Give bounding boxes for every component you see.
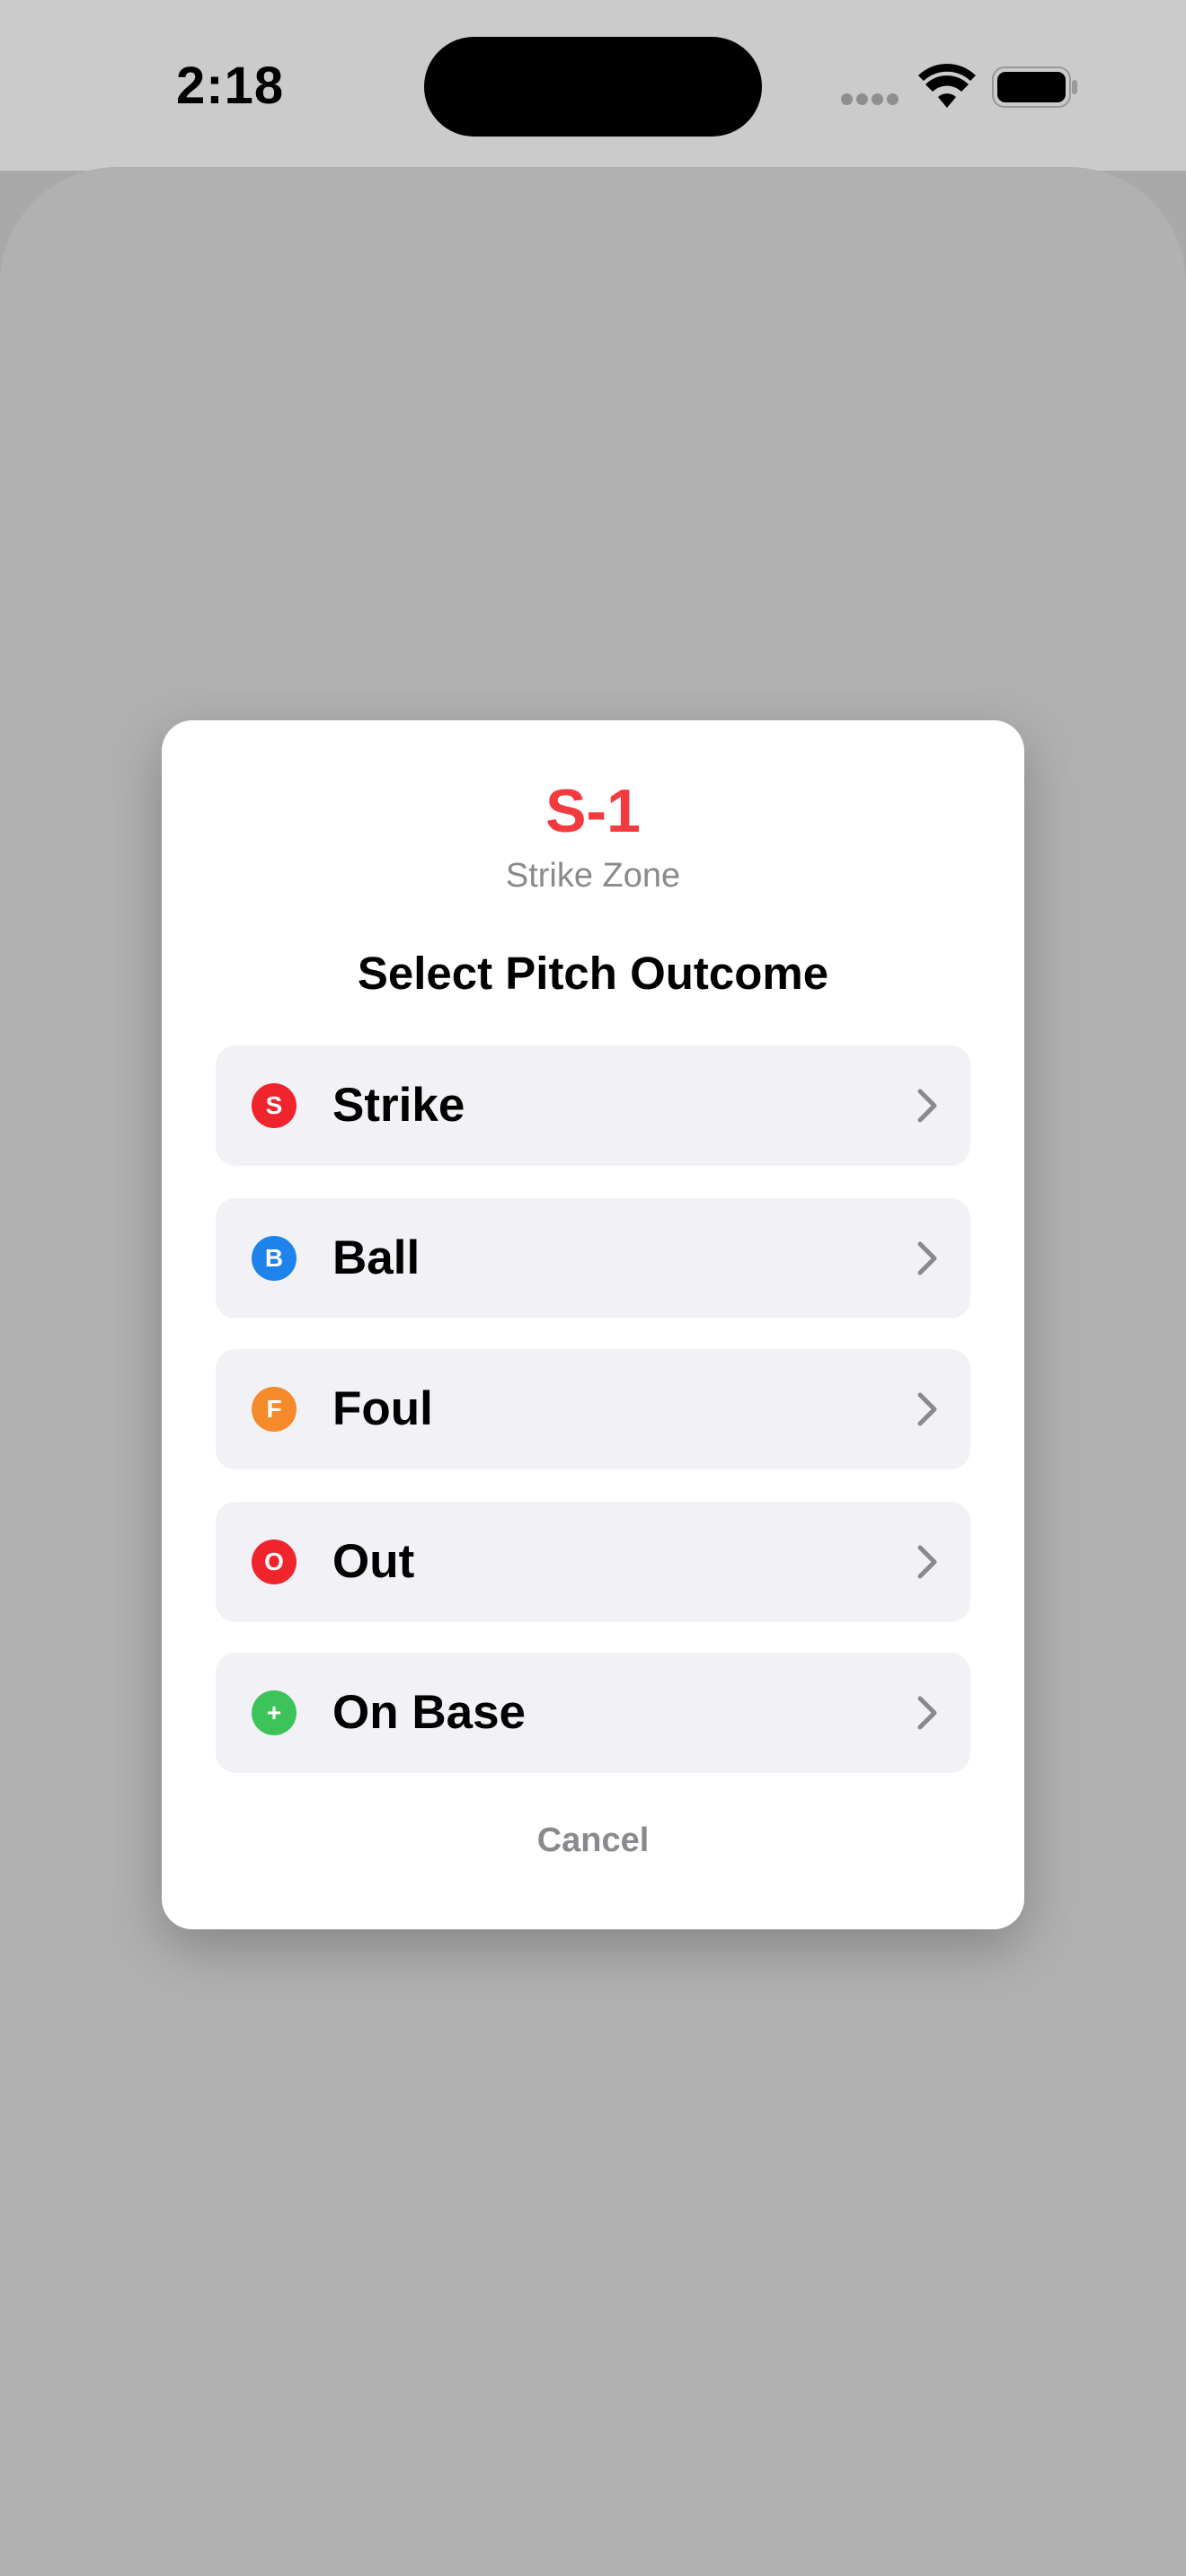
strike-badge-icon: S [252,1083,296,1128]
status-time: 2:18 [176,57,285,115]
chevron-right-icon [917,1696,937,1730]
option-label: Ball [332,1231,420,1284]
cellular-signal-icon [841,93,900,106]
option-foul[interactable]: F Foul [216,1349,970,1469]
option-label: On Base [332,1686,527,1739]
option-label: Strike [332,1079,465,1132]
pitch-outcome-dialog: S-1 Strike Zone Select Pitch Outcome S S… [162,720,1024,1929]
chevron-right-icon [917,1241,937,1275]
out-badge-icon: O [252,1539,296,1584]
status-bar: 2:18 [0,0,1186,171]
option-out[interactable]: O Out [216,1502,970,1622]
wifi-icon [918,64,976,108]
ball-badge-icon: B [252,1236,296,1281]
dynamic-island [424,37,762,137]
option-strike[interactable]: S Strike [216,1045,970,1166]
option-label: Foul [332,1382,433,1435]
zone-name: Strike Zone [505,857,681,895]
option-on-base[interactable]: + On Base [216,1653,970,1773]
battery-icon [992,66,1077,108]
foul-badge-icon: F [252,1387,296,1432]
cancel-button[interactable]: Cancel [162,1822,1024,1860]
plus-badge-icon: + [252,1690,296,1735]
dialog-title: Select Pitch Outcome [357,948,829,999]
zone-code: S-1 [545,777,641,845]
option-ball[interactable]: B Ball [216,1198,970,1319]
chevron-right-icon [917,1392,937,1426]
option-label: Out [332,1535,415,1588]
chevron-right-icon [917,1089,937,1123]
chevron-right-icon [917,1545,937,1579]
